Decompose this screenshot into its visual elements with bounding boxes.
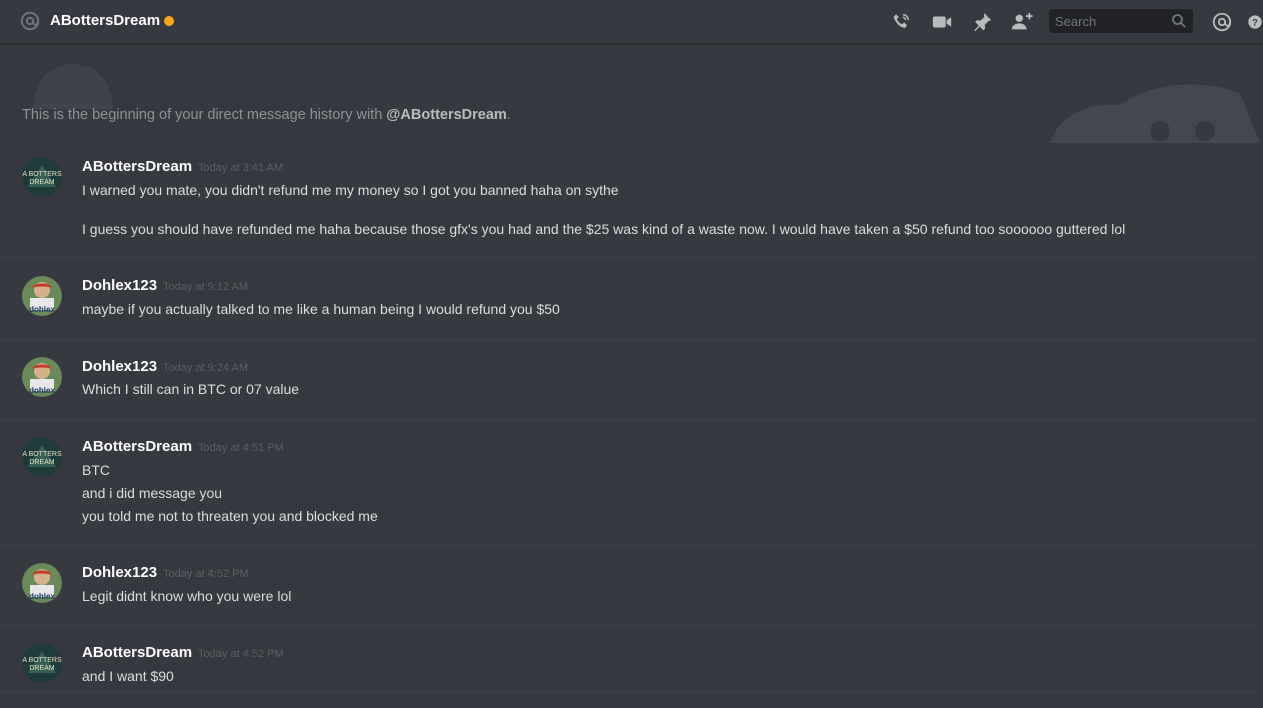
avatar[interactable]: dohlex bbox=[22, 276, 62, 316]
message-timestamp: Today at 4:52 PM bbox=[198, 648, 284, 660]
pin-icon[interactable] bbox=[970, 10, 994, 34]
message-group: A BOTTERS DREAM ABottersDream Today at 3:4… bbox=[0, 157, 1256, 258]
message-content: Legit didnt know who you were lol bbox=[82, 588, 292, 604]
message-timestamp: Today at 9:12 AM bbox=[163, 281, 249, 293]
help-icon[interactable]: ? bbox=[1247, 10, 1263, 34]
message-timestamp: Today at 3:41 AM bbox=[198, 162, 284, 174]
channel-name: ABottersDream bbox=[50, 12, 161, 29]
intro-text: This is the beginning of your direct mes… bbox=[22, 107, 387, 123]
discord-watermark-icon bbox=[1050, 84, 1260, 143]
svg-text:A BOTTERS: A BOTTERS bbox=[22, 657, 62, 664]
message-timestamp: Today at 4:52 PM bbox=[163, 568, 249, 580]
message-group: dohlex Dohlex123 Today at 4:52 PM Legit d… bbox=[0, 563, 1256, 626]
dm-history-intro: This is the beginning of your direct mes… bbox=[22, 107, 511, 123]
message-group: dohlex Dohlex123 Today at 9:12 AM maybe i… bbox=[0, 276, 1256, 340]
message-content: maybe if you actually talked to me like … bbox=[82, 301, 560, 317]
intro-handle: @ABottersDream bbox=[386, 107, 507, 123]
avatar[interactable]: A BOTTERS DREAM bbox=[22, 157, 62, 197]
discord-watermark-icon bbox=[33, 64, 113, 109]
message-author[interactable]: ABottersDream Today at 4:51 PM bbox=[82, 437, 284, 458]
svg-text:dohlex: dohlex bbox=[29, 386, 55, 395]
add-friend-icon[interactable] bbox=[1010, 10, 1034, 34]
avatar[interactable]: A BOTTERS DREAM bbox=[22, 437, 62, 477]
message-content: you told me not to threaten you and bloc… bbox=[82, 508, 378, 524]
avatar[interactable]: A BOTTERS DREAM bbox=[22, 643, 62, 683]
video-call-icon[interactable] bbox=[930, 10, 954, 34]
svg-text:?: ? bbox=[1252, 17, 1258, 27]
svg-text:DREAM: DREAM bbox=[29, 665, 54, 672]
message-content: I guess you should have refunded me haha… bbox=[82, 221, 1126, 237]
message-group: A BOTTERS DREAM ABottersDream Today at 4:5… bbox=[0, 643, 1256, 692]
svg-text:A BOTTERS: A BOTTERS bbox=[22, 171, 62, 178]
message-author[interactable]: Dohlex123 Today at 4:52 PM bbox=[82, 563, 249, 584]
message-author[interactable]: ABottersDream Today at 3:41 AM bbox=[82, 157, 283, 178]
mention-icon[interactable] bbox=[1210, 10, 1234, 34]
message-author[interactable]: Dohlex123 Today at 9:12 AM bbox=[82, 276, 248, 297]
message-content: and I want $90 bbox=[82, 668, 174, 684]
svg-text:dohlex: dohlex bbox=[29, 305, 55, 314]
search-icon bbox=[1172, 14, 1186, 28]
status-idle-indicator bbox=[164, 16, 174, 26]
search-input[interactable] bbox=[1049, 9, 1167, 33]
channel-header: ABottersDream ? bbox=[0, 0, 1263, 44]
at-icon bbox=[19, 10, 41, 32]
message-group: dohlex Dohlex123 Today at 9:24 AM Which I… bbox=[0, 357, 1256, 420]
svg-text:dohlex: dohlex bbox=[29, 592, 55, 601]
svg-text:A BOTTERS: A BOTTERS bbox=[22, 451, 62, 458]
message-author[interactable]: Dohlex123 Today at 9:24 AM bbox=[82, 357, 248, 378]
phone-call-icon[interactable] bbox=[889, 10, 913, 34]
message-group: A BOTTERS DREAM ABottersDream Today at 4:5… bbox=[0, 437, 1256, 546]
search-box[interactable] bbox=[1049, 9, 1193, 33]
message-content: and i did message you bbox=[82, 485, 223, 501]
avatar[interactable]: dohlex bbox=[22, 357, 62, 397]
avatar[interactable]: dohlex bbox=[22, 563, 62, 603]
intro-suffix: . bbox=[506, 107, 511, 123]
svg-text:DREAM: DREAM bbox=[29, 459, 54, 466]
message-timestamp: Today at 4:51 PM bbox=[198, 442, 284, 454]
message-content: BTC bbox=[82, 462, 110, 478]
message-list[interactable]: This is the beginning of your direct mes… bbox=[0, 45, 1263, 708]
message-author[interactable]: ABottersDream Today at 4:52 PM bbox=[82, 643, 284, 664]
message-timestamp: Today at 9:24 AM bbox=[163, 362, 249, 374]
svg-text:DREAM: DREAM bbox=[29, 179, 54, 186]
message-content: I warned you mate, you didn't refund me … bbox=[82, 182, 619, 198]
message-content: Which I still can in BTC or 07 value bbox=[82, 381, 300, 397]
